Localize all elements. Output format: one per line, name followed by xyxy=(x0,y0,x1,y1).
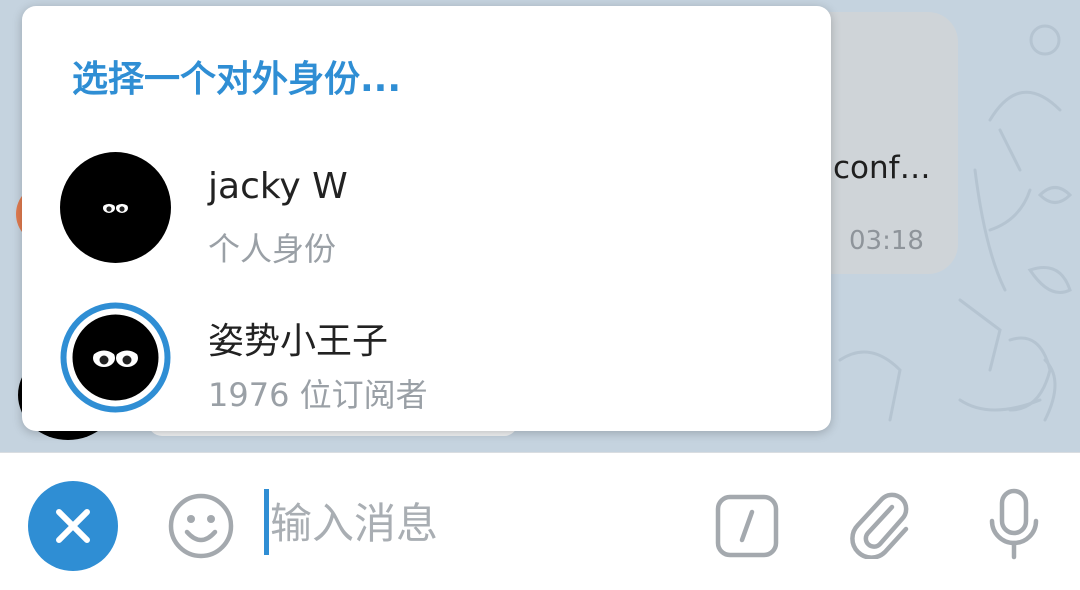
identity-option-personal[interactable]: jacky W 个人身份 xyxy=(22,146,831,276)
message-input[interactable] xyxy=(270,491,690,555)
identity-option-channel[interactable]: 姿势小王子 1976 位订阅者 xyxy=(22,296,831,426)
close-icon xyxy=(56,509,90,543)
selected-avatar xyxy=(60,302,171,413)
popup-title: 选择一个对外身份... xyxy=(72,59,402,100)
send-as-popup: 选择一个对外身份... jacky W 个人身份 姿势小王子 1976 位订阅者 xyxy=(22,6,831,431)
identity-name: 姿势小王子 xyxy=(208,321,389,362)
identity-subtitle: 个人身份 xyxy=(208,230,337,268)
close-button[interactable] xyxy=(28,481,118,571)
chat-screen: conf… 03:18 选择一个对外身份... jacky W 个人身份 姿势小… xyxy=(0,0,1080,590)
identity-name: jacky W xyxy=(208,166,348,207)
avatar xyxy=(60,152,171,263)
text-cursor xyxy=(264,489,269,555)
paperclip-icon[interactable] xyxy=(848,489,914,559)
message-time: 03:18 xyxy=(849,226,924,256)
microphone-icon[interactable] xyxy=(984,487,1044,565)
slash-command-icon[interactable] xyxy=(714,493,780,559)
message-text: conf… xyxy=(833,150,931,186)
message-input-bar xyxy=(0,452,1080,590)
identity-subtitle: 1976 位订阅者 xyxy=(208,376,428,414)
smiley-icon[interactable] xyxy=(166,491,236,561)
